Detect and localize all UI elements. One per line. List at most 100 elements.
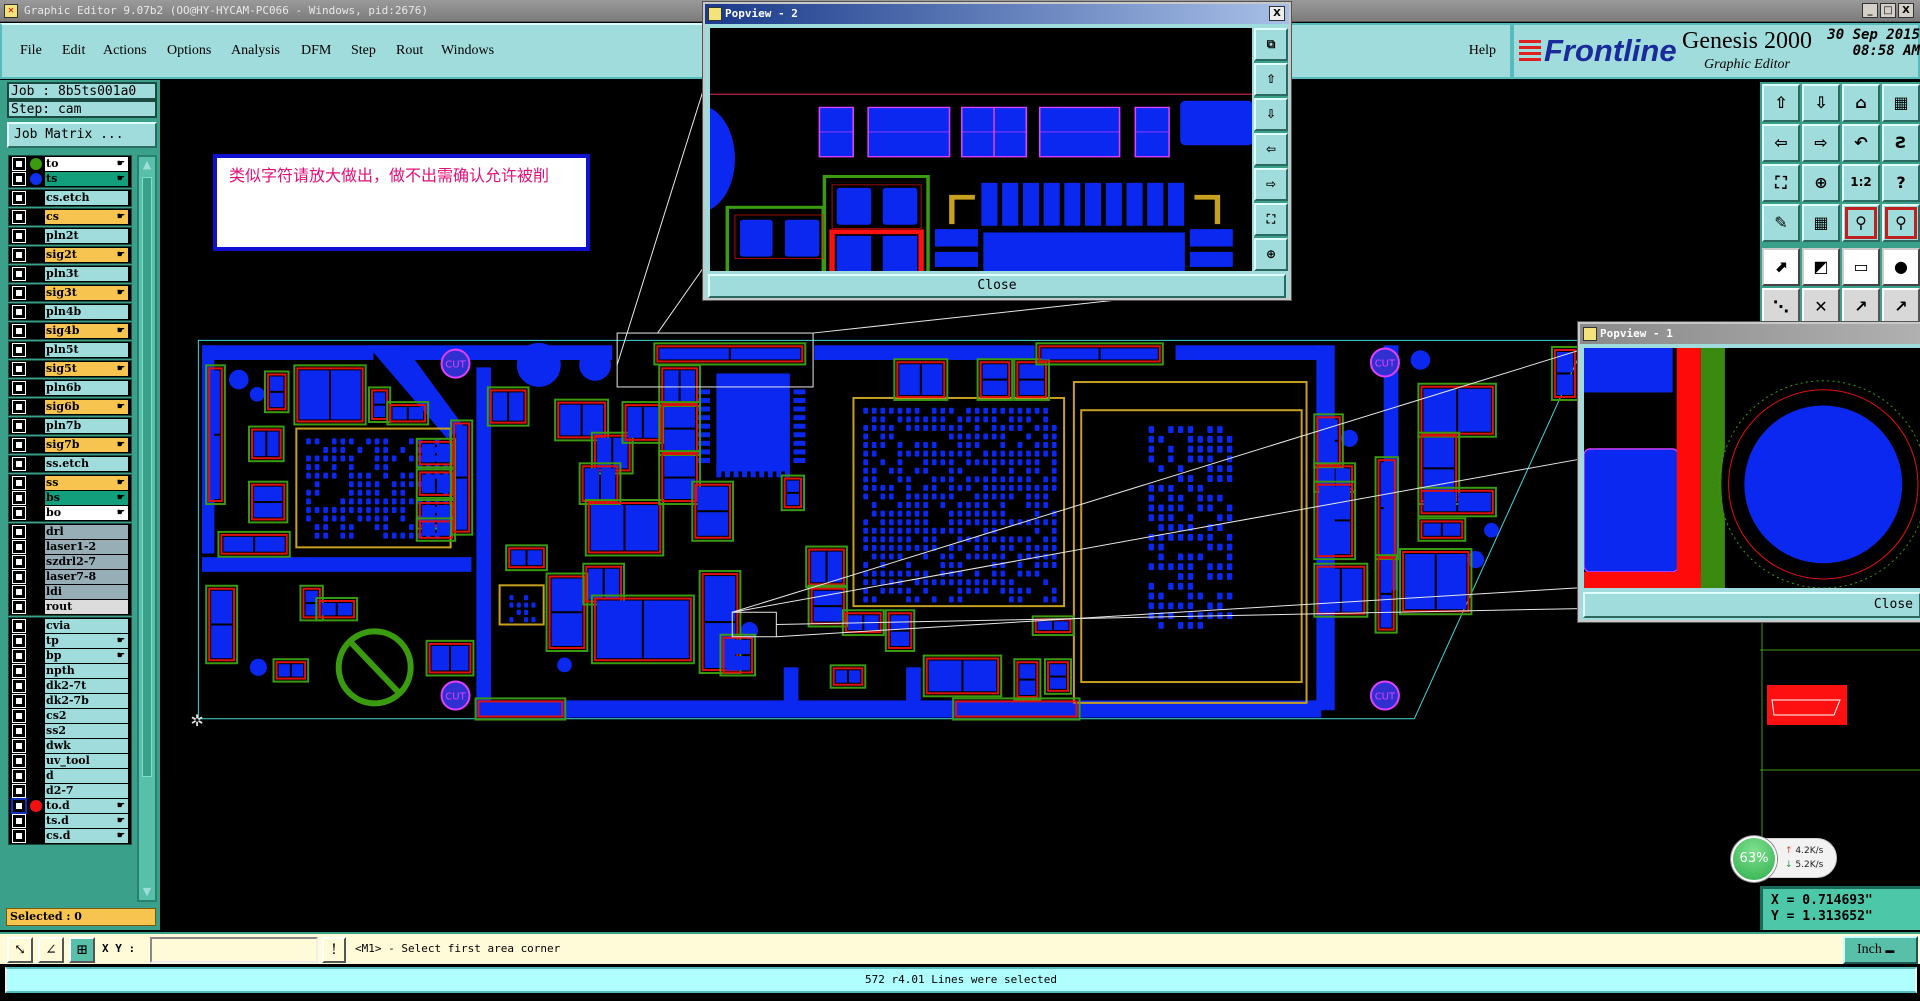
layer-checkbox[interactable] xyxy=(12,570,26,584)
layer-checkbox[interactable] xyxy=(12,400,26,414)
zoom-in-bottom-icon[interactable]: ⇩ xyxy=(1254,98,1288,131)
layer-row-to.d[interactable]: to.d ☛ xyxy=(9,798,131,814)
layer-checkbox[interactable] xyxy=(12,191,26,205)
layer-name[interactable]: laser1-2 xyxy=(45,540,128,554)
menu-file[interactable]: File xyxy=(20,43,42,59)
layer-checkbox[interactable] xyxy=(12,754,26,768)
popview-2-close-button[interactable]: Close xyxy=(708,274,1286,298)
layer-name[interactable]: pln3t xyxy=(45,267,128,281)
layer-checkbox[interactable] xyxy=(12,784,26,798)
layer-checkbox[interactable] xyxy=(12,491,26,505)
layer-name[interactable]: pln6b xyxy=(45,381,128,395)
popview-1-close-button[interactable]: Close xyxy=(1583,592,1920,618)
layer-row-cs2[interactable]: cs2 xyxy=(9,709,131,723)
layer-name[interactable]: to ☛ xyxy=(45,157,128,171)
layer-row-ts[interactable]: ts ☛ xyxy=(9,172,131,186)
layer-name[interactable]: bp ☛ xyxy=(45,649,128,663)
layer-row-ss[interactable]: ss ☛ xyxy=(9,476,131,490)
zoom-in-bottom-icon[interactable]: ⇩ xyxy=(1802,84,1840,122)
pan-left-icon[interactable]: ⇦ xyxy=(1762,124,1800,162)
layer-row-npth[interactable]: npth xyxy=(9,664,131,678)
snap-grid-icon[interactable]: ⊞ xyxy=(69,937,95,963)
layer-name[interactable]: cvia xyxy=(45,619,128,633)
layer-checkbox[interactable] xyxy=(12,724,26,738)
layer-checkbox[interactable] xyxy=(12,619,26,633)
popview-1-titlebar[interactable]: Popview - 1 xyxy=(1580,324,1920,344)
layer-row-ts.d[interactable]: ts.d ☛ xyxy=(9,814,131,828)
close-button[interactable]: X xyxy=(1898,3,1914,18)
layer-name[interactable]: pln5t xyxy=(45,343,128,357)
minimize-button[interactable]: _ xyxy=(1862,3,1878,18)
zoom-in-top-icon[interactable]: ⇧ xyxy=(1254,63,1288,96)
measure-diagonal-icon[interactable]: ⤡ xyxy=(7,937,33,963)
measure-angle-icon[interactable]: ∠ xyxy=(38,937,64,963)
undo-view-icon[interactable]: ↶ xyxy=(1842,124,1880,162)
layer-checkbox[interactable] xyxy=(12,769,26,783)
layer-name[interactable]: dwk xyxy=(45,739,128,753)
layer-checkbox[interactable] xyxy=(12,634,26,648)
layer-checkbox[interactable] xyxy=(12,476,26,490)
filled-node-arrow-icon[interactable]: ↗ xyxy=(1882,288,1920,326)
layer-name[interactable]: uv_tool xyxy=(45,754,128,768)
layer-row-uv_tool[interactable]: uv_tool xyxy=(9,754,131,768)
layer-checkbox[interactable] xyxy=(12,679,26,693)
xy-input[interactable] xyxy=(150,937,318,963)
layer-checkbox[interactable] xyxy=(12,362,26,376)
pad-arrow-icon[interactable]: ⬈ xyxy=(1762,248,1800,286)
layer-name[interactable]: dk2-7t xyxy=(45,679,128,693)
scroll-down-icon[interactable]: ▼ xyxy=(141,885,153,899)
layer-checkbox[interactable] xyxy=(11,798,27,814)
layer-row-tp[interactable]: tp ☛ xyxy=(9,634,131,648)
measure-pads-icon[interactable]: ◩ xyxy=(1802,248,1840,286)
layer-checkbox[interactable] xyxy=(12,457,26,471)
layer-name[interactable]: sig3t ☛ xyxy=(45,286,128,300)
layer-checkbox[interactable] xyxy=(12,585,26,599)
dot-frame-icon[interactable]: ● xyxy=(1882,248,1920,286)
layer-name[interactable]: ss.etch xyxy=(45,457,128,471)
layer-checkbox[interactable] xyxy=(12,305,26,319)
layer-name[interactable]: cs2 xyxy=(45,709,128,723)
layer-name[interactable]: cs.etch xyxy=(45,191,128,205)
layer-row-sig2t[interactable]: sig2t ☛ xyxy=(9,248,131,262)
snake-icon[interactable]: Ƨ xyxy=(1882,124,1920,162)
layer-checkbox[interactable] xyxy=(12,540,26,554)
layer-name[interactable]: ts.d ☛ xyxy=(45,814,128,828)
zoom-in-top-icon[interactable]: ⇧ xyxy=(1762,84,1800,122)
xy-grid-icon[interactable]: ▦ xyxy=(1882,84,1920,122)
layer-checkbox[interactable] xyxy=(12,248,26,262)
help-icon[interactable]: ? xyxy=(1882,164,1920,202)
menu-dfm[interactable]: DFM xyxy=(301,43,331,59)
layer-row-laser7-8[interactable]: laser7-8 xyxy=(9,570,131,584)
pan-right-icon[interactable]: ⇨ xyxy=(1254,168,1288,201)
layer-checkbox[interactable] xyxy=(12,694,26,708)
layer-row-pln5t[interactable]: pln5t xyxy=(9,343,131,357)
layer-row-pln3t[interactable]: pln3t xyxy=(9,267,131,281)
cross-node-icon[interactable]: ✕ xyxy=(1802,288,1840,326)
layer-row-laser1-2[interactable]: laser1-2 xyxy=(9,540,131,554)
ruler-icon[interactable]: ▭ xyxy=(1842,248,1880,286)
fit-profile-icon[interactable]: ⊕ xyxy=(1802,164,1840,202)
layer-checkbox[interactable] xyxy=(12,829,26,843)
units-toggle[interactable]: Inch ▬ xyxy=(1843,936,1918,964)
layer-name[interactable]: ldi xyxy=(45,585,128,599)
popview-2-titlebar[interactable]: Popview - 2 X xyxy=(705,4,1289,24)
layer-checkbox[interactable] xyxy=(12,419,26,433)
scroll-thumb[interactable] xyxy=(142,177,152,777)
pan-right-icon[interactable]: ⇨ xyxy=(1802,124,1840,162)
layer-row-drl[interactable]: drl xyxy=(9,525,131,539)
menu-options[interactable]: Options xyxy=(167,43,211,59)
layer-name[interactable]: sig7b ☛ xyxy=(45,438,128,452)
menu-help[interactable]: Help xyxy=(1469,43,1496,59)
layer-checkbox[interactable] xyxy=(12,555,26,569)
job-matrix-button[interactable]: Job Matrix ... xyxy=(7,122,157,148)
layer-checkbox[interactable] xyxy=(12,739,26,753)
open-node-arrow-icon[interactable]: ↗ xyxy=(1842,288,1880,326)
layer-name[interactable]: sig4b ☛ xyxy=(45,324,128,338)
menu-rout[interactable]: Rout xyxy=(396,43,423,59)
layer-color-dot[interactable] xyxy=(30,800,42,812)
layer-row-ldi[interactable]: ldi xyxy=(9,585,131,599)
layer-row-sig7b[interactable]: sig7b ☛ xyxy=(9,438,131,452)
layer-name[interactable]: rout xyxy=(45,600,128,614)
layer-name[interactable]: dk2-7b xyxy=(45,694,128,708)
layer-color-dot[interactable] xyxy=(30,158,42,170)
